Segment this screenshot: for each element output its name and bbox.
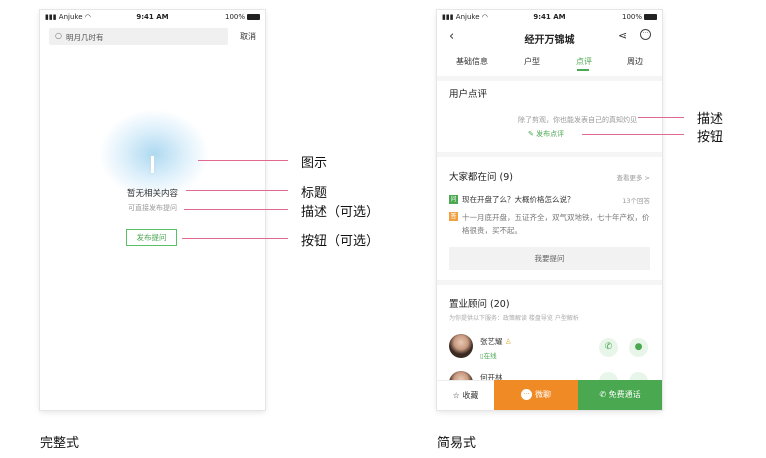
- ask-question-button[interactable]: 我要提问: [449, 247, 650, 270]
- tab-floor-plan[interactable]: 户型: [524, 56, 540, 67]
- review-empty-description: 除了剪观，你也能发表自己的真知灼见: [518, 116, 637, 124]
- status-bar: ▮▮▮ Anjuke ◠ 9:41 AM 100%: [40, 10, 265, 26]
- publish-question-button[interactable]: 发布提问: [126, 229, 177, 246]
- avatar[interactable]: [449, 334, 473, 358]
- chat-consultant-button[interactable]: ●: [629, 338, 648, 357]
- tab-surroundings[interactable]: 周边: [627, 56, 643, 67]
- answer-badge: 答: [449, 212, 458, 221]
- search-placeholder: 明月几时有: [66, 33, 104, 42]
- annotation-illustration: 图示: [301, 156, 328, 171]
- caption-simple-style: 简易式: [437, 436, 477, 451]
- consultant-name: 张艺耀 ♙: [480, 336, 512, 347]
- review-section-title: 用户点评: [449, 89, 488, 100]
- call-consultant-button[interactable]: ✆: [599, 338, 618, 357]
- battery-status: 100%: [622, 13, 657, 21]
- annotation-line-desc-optional: [184, 209, 288, 210]
- caption-full-style: 完整式: [40, 436, 80, 451]
- answer-text: 十一月底开盘，五证齐全，双气双地铁，七十年产权，价格很贵，买不起。: [462, 213, 650, 235]
- consultant-subtitle: 为你提供以下服务：政策解读 楼盘导览 户型解析: [449, 315, 579, 322]
- battery-icon: [247, 14, 260, 20]
- share-icon[interactable]: ⋖: [618, 29, 627, 42]
- wechat-button[interactable]: ··· 微聊: [494, 380, 578, 410]
- section-divider: [437, 76, 662, 81]
- chat-icon: ●: [634, 342, 643, 352]
- annotation-line-desc: [638, 117, 684, 118]
- bottom-action-bar: ☆ 收藏 ··· 微聊 ✆ 免费通话: [437, 380, 662, 410]
- favorite-label: 收藏: [462, 391, 479, 400]
- free-call-button[interactable]: ✆ 免费通话: [578, 380, 662, 410]
- empty-state-full-mockup: ▮▮▮ Anjuke ◠ 9:41 AM 100% ○ 明月几时有 取消 暂无相…: [40, 10, 265, 410]
- annotation-line-title: [186, 190, 288, 191]
- empty-state-simple-mockup: ▮▮▮ Anjuke ◠ 9:41 AM 100% ‹ 经开万锦城 ⋖ ··· …: [437, 10, 662, 410]
- annotation-title: 标题: [301, 186, 328, 201]
- annotation-desc: 描述: [697, 112, 724, 127]
- medal-icon: ♙: [504, 337, 512, 346]
- empty-illustration-pillar: [151, 156, 154, 173]
- battery-status: 100%: [225, 13, 260, 21]
- section-divider: [437, 152, 662, 157]
- battery-percent: 100%: [621, 13, 642, 21]
- search-icon: ○: [55, 31, 62, 40]
- phone-icon: ✆: [599, 390, 607, 399]
- status-bar: ▮▮▮ Anjuke ◠ 9:41 AM 100%: [437, 10, 662, 26]
- empty-description: 可直接发布提问: [128, 204, 177, 212]
- question-badge: 问: [449, 195, 458, 204]
- annotation-line-button-optional: [182, 238, 288, 239]
- publish-review-button[interactable]: ✎ 发布点评: [528, 129, 564, 139]
- consultant-name-text: 张艺耀: [480, 337, 503, 346]
- annotation-button-optional: 按钮（可选）: [301, 234, 380, 249]
- qa-section-title: 大家都在问 (9): [449, 172, 513, 183]
- answer-count: 13个回答: [622, 197, 650, 205]
- online-status: ▯在线: [480, 350, 497, 360]
- annotation-button: 按钮: [697, 130, 724, 145]
- annotation-line-illustration: [198, 160, 288, 161]
- question-text[interactable]: 现在开盘了么？大概价格怎么说？: [462, 194, 575, 205]
- annotation-line-button: [582, 134, 684, 135]
- consultant-section-title: 置业顾问 (20): [449, 299, 510, 310]
- edit-icon: ✎: [528, 130, 534, 138]
- phone-icon: ✆: [604, 342, 613, 352]
- battery-percent: 100%: [224, 13, 245, 21]
- see-more-link[interactable]: 查看更多 >: [616, 172, 650, 182]
- online-status-text: 在线: [483, 352, 497, 360]
- wechat-label: 微聊: [535, 390, 551, 399]
- active-tab-indicator: [577, 69, 589, 71]
- battery-icon: [644, 14, 657, 20]
- tab-reviews[interactable]: 点评: [576, 56, 592, 67]
- favorite-button[interactable]: ☆ 收藏: [437, 380, 494, 410]
- publish-review-label: 发布点评: [536, 130, 565, 138]
- cancel-button[interactable]: 取消: [240, 31, 256, 42]
- annotation-desc-optional: 描述（可选）: [301, 205, 380, 220]
- more-icon[interactable]: ···: [640, 29, 651, 40]
- empty-illustration: [100, 110, 208, 198]
- chat-bubble-icon: ···: [521, 389, 532, 400]
- empty-title: 暂无相关内容: [126, 189, 178, 199]
- search-input[interactable]: ○ 明月几时有: [49, 28, 228, 45]
- free-call-label: 免费通话: [608, 390, 641, 399]
- page-title: 经开万锦城: [524, 35, 575, 46]
- section-divider: [437, 280, 662, 285]
- tab-basic-info[interactable]: 基础信息: [456, 56, 488, 67]
- star-icon: ☆: [452, 391, 460, 400]
